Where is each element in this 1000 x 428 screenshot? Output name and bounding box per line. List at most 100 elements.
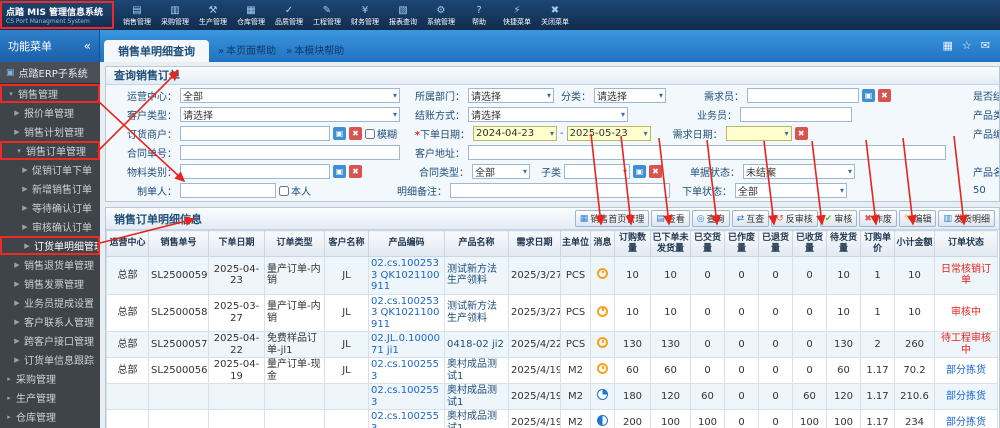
sidebar-item[interactable]: ▶订货单信息跟踪: [0, 350, 100, 369]
top-menu-item[interactable]: ✓品质管理: [270, 3, 308, 27]
toolbar-button[interactable]: ▦销售首页管理: [575, 210, 650, 227]
column-header[interactable]: 运营中心: [107, 231, 149, 257]
date-input[interactable]: 2025-05-23▾: [567, 126, 651, 141]
toolbar-button[interactable]: ✔审核: [820, 210, 858, 227]
date-input[interactable]: 2024-04-23▾: [473, 126, 557, 141]
form-input[interactable]: [468, 145, 946, 160]
lookup-icon[interactable]: ▣: [633, 165, 646, 178]
checkbox-input[interactable]: [365, 129, 375, 139]
lookup-icon[interactable]: ▣: [862, 89, 875, 102]
column-header[interactable]: 客户名称: [325, 231, 369, 257]
top-menu-item[interactable]: ?帮助: [460, 3, 498, 27]
sidebar-item[interactable]: ▸采购管理: [0, 369, 100, 388]
sidebar-item[interactable]: ▶等待确认订单: [0, 198, 100, 217]
top-menu-item[interactable]: ⚡快捷菜单: [498, 3, 536, 27]
form-input[interactable]: [180, 183, 276, 198]
column-header[interactable]: 已退货量: [759, 231, 793, 257]
clear-icon[interactable]: ✖: [349, 165, 362, 178]
toolbar-button[interactable]: ▤查看: [651, 210, 690, 227]
sidebar-item[interactable]: ▸生产管理: [0, 388, 100, 407]
form-checkbox[interactable]: 本人: [279, 183, 311, 198]
form-select[interactable]: 未结案▾: [743, 164, 855, 179]
top-menu-item[interactable]: ✖关闭菜单: [536, 3, 574, 27]
column-header[interactable]: 订单类型: [265, 231, 325, 257]
function-menu-header[interactable]: 功能菜单 «: [0, 30, 100, 62]
table-row[interactable]: 总部SL25000582025-03-27量产订单-内销JL02.cs.1002…: [107, 294, 998, 332]
column-header[interactable]: 消息: [591, 231, 615, 257]
sidebar-item[interactable]: ▶销售计划管理: [0, 122, 100, 141]
form-input[interactable]: [180, 145, 400, 160]
top-menu-item[interactable]: ▤销售管理: [118, 3, 156, 27]
table-row[interactable]: 总部SL25000592025-04-23量产订单-内销JL02.cs.1002…: [107, 257, 998, 295]
form-select[interactable]: 全部▾: [735, 183, 847, 198]
column-header[interactable]: 销售单号: [149, 231, 209, 257]
table-row[interactable]: 总部SL25000572025-04-22免费样品订单-jl1JL02.JL.0…: [107, 332, 998, 358]
toolbar-button[interactable]: ◎查询: [692, 210, 730, 227]
table-row[interactable]: 02.cs.1002553奥村成品测试12025/4/19M2200100100…: [107, 410, 998, 428]
top-menu-item[interactable]: ▥采购管理: [156, 3, 194, 27]
star-icon[interactable]: ☆: [962, 39, 972, 52]
column-header[interactable]: 小计金额: [895, 231, 935, 257]
form-input[interactable]: [450, 183, 670, 198]
top-menu-item[interactable]: ▦仓库管理: [232, 3, 270, 27]
lookup-icon[interactable]: ▣: [333, 127, 346, 140]
breadcrumb-link[interactable]: »本页面帮助: [218, 42, 276, 57]
sidebar-item[interactable]: ▶业务员提成设置: [0, 293, 100, 312]
breadcrumb-link[interactable]: »本模块帮助: [286, 42, 344, 57]
form-input[interactable]: [180, 164, 330, 179]
clear-icon[interactable]: ✖: [878, 89, 891, 102]
column-header[interactable]: 产品名称: [445, 231, 509, 257]
form-select[interactable]: 请选择▾: [468, 107, 628, 122]
table-row[interactable]: 02.cs.1002553奥村成品测试12025/4/19M2180120600…: [107, 384, 998, 410]
sidebar-item[interactable]: ▶客户联系人管理: [0, 312, 100, 331]
sidebar-item[interactable]: ▶新增销售订单: [0, 179, 100, 198]
toolbar-button[interactable]: ✎编辑: [899, 210, 937, 227]
column-header[interactable]: 已作废量: [725, 231, 759, 257]
collapse-sidebar-icon[interactable]: «: [84, 39, 91, 53]
sidebar-root[interactable]: ▣ 点踏ERP子系统: [0, 62, 100, 84]
sidebar-item[interactable]: ▸仓库管理: [0, 407, 100, 426]
form-select[interactable]: ▾: [564, 164, 630, 179]
form-checkbox[interactable]: 模糊: [365, 126, 397, 141]
sidebar-item[interactable]: ▾销售订单管理: [0, 141, 100, 160]
top-menu-item[interactable]: ¥财务管理: [346, 3, 384, 27]
column-header[interactable]: 产品编码: [369, 231, 445, 257]
clear-icon[interactable]: ✖: [649, 165, 662, 178]
checkbox-input[interactable]: [279, 186, 289, 196]
clear-icon[interactable]: ✖: [795, 127, 808, 140]
top-menu-item[interactable]: ✎工程管理: [308, 3, 346, 27]
form-select[interactable]: 请选择▾: [594, 88, 666, 103]
form-select[interactable]: 全部▾: [180, 88, 400, 103]
form-select[interactable]: 请选择▾: [468, 88, 554, 103]
toolbar-button[interactable]: ▥发货明细: [938, 210, 995, 227]
column-header[interactable]: 需求日期: [509, 231, 561, 257]
date-input[interactable]: ▾: [726, 126, 792, 141]
clear-icon[interactable]: ✖: [349, 127, 362, 140]
sidebar-item[interactable]: ▶跨客户接口管理: [0, 331, 100, 350]
column-header[interactable]: 下单日期: [209, 231, 265, 257]
column-header[interactable]: 订购数量: [615, 231, 651, 257]
toolbar-button[interactable]: ✖作废: [859, 210, 897, 227]
sidebar-item[interactable]: ▶审核确认订单: [0, 217, 100, 236]
column-header[interactable]: 订单状态: [935, 231, 998, 257]
lookup-icon[interactable]: ▣: [333, 165, 346, 178]
toolbar-button[interactable]: ⇄互查: [732, 210, 770, 227]
sidebar-item[interactable]: ▶销售发票管理: [0, 274, 100, 293]
column-header[interactable]: 订购单价: [861, 231, 895, 257]
form-input[interactable]: [747, 88, 859, 103]
column-header[interactable]: 已下单未发货量: [651, 231, 691, 257]
grid-icon[interactable]: ▦: [943, 39, 953, 52]
column-header[interactable]: 已交货量: [691, 231, 725, 257]
sidebar-item[interactable]: ▶销售退货单管理: [0, 255, 100, 274]
sidebar-item[interactable]: ▾销售管理: [0, 84, 100, 103]
toolbar-button[interactable]: ↺反审核: [771, 210, 818, 227]
top-menu-item[interactable]: ⚙系统管理: [422, 3, 460, 27]
mail-icon[interactable]: ✉: [981, 39, 990, 52]
form-select[interactable]: 全部▾: [472, 164, 530, 179]
sidebar-item[interactable]: ▶促销订单下单: [0, 160, 100, 179]
column-header[interactable]: 主单位: [561, 231, 591, 257]
top-menu-item[interactable]: ⚒生产管理: [194, 3, 232, 27]
form-input[interactable]: [180, 126, 330, 141]
column-header[interactable]: 待发货量: [827, 231, 861, 257]
tab-sales-detail-query[interactable]: 销售单明细查询: [104, 40, 209, 62]
